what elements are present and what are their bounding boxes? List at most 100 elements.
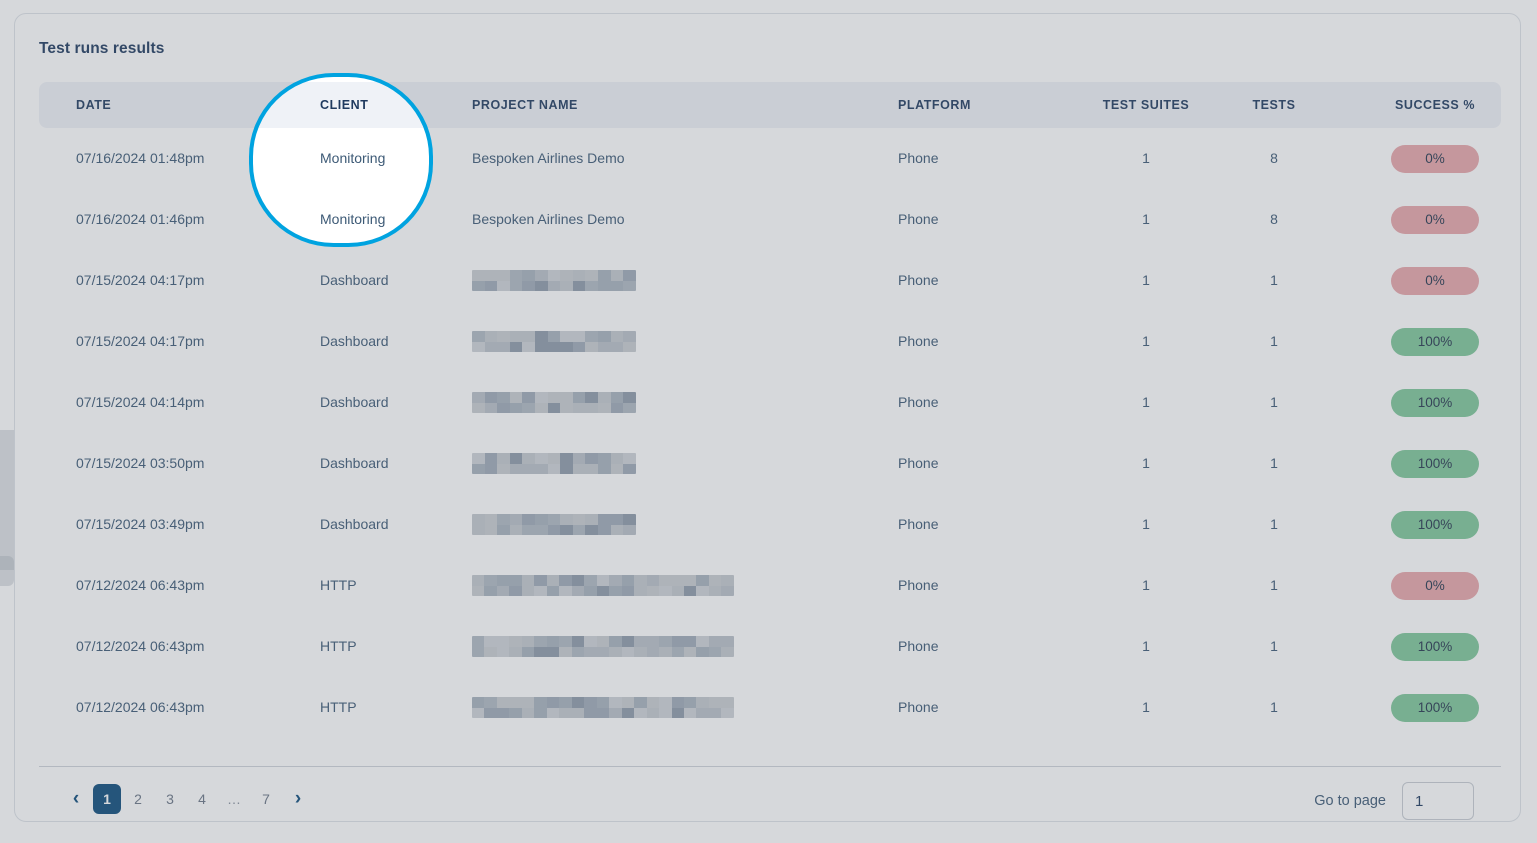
column-header-date[interactable]: DATE <box>76 82 111 128</box>
success-badge-wrap: 0% <box>1391 145 1479 173</box>
footer-divider <box>39 766 1501 767</box>
table-row[interactable]: 07/12/2024 06:43pm HTTP Phone 1 1 100% <box>39 677 1501 738</box>
success-badge-wrap: 0% <box>1391 206 1479 234</box>
page-title: Test runs results <box>39 40 165 57</box>
cell-suites: 1 <box>1142 638 1150 654</box>
cell-platform: Phone <box>898 516 939 532</box>
cell-platform: Phone <box>898 333 939 349</box>
table-row[interactable]: 07/15/2024 03:50pm Dashboard Phone 1 1 100% <box>39 433 1501 494</box>
table-body: 07/16/2024 01:48pm Monitoring Bespoken Air… <box>39 128 1501 738</box>
cell-date: 07/12/2024 06:43pm <box>76 577 205 593</box>
pagination-ellipsis: … <box>227 791 241 807</box>
pagination-page-2[interactable]: 2 <box>123 784 153 814</box>
column-header-platform[interactable]: PLATFORM <box>898 82 971 128</box>
success-badge-wrap: 100% <box>1391 450 1479 478</box>
goto-page-group: Go to page <box>1314 782 1474 820</box>
column-header-tests[interactable]: TESTS <box>1229 82 1319 128</box>
cell-client: Dashboard <box>320 516 389 532</box>
cell-success: 0% <box>1370 250 1500 311</box>
cell-suites: 1 <box>1142 577 1150 593</box>
column-header-project[interactable]: PROJECT NAME <box>472 82 578 128</box>
cell-success: 100% <box>1370 494 1500 555</box>
cell-client: HTTP <box>320 638 357 654</box>
cell-suites: 1 <box>1142 211 1150 227</box>
cell-date: 07/15/2024 04:14pm <box>76 394 205 410</box>
redacted-project-name <box>472 636 734 657</box>
cell-date: 07/16/2024 01:46pm <box>76 211 205 227</box>
table-row[interactable]: 07/15/2024 03:49pm Dashboard Phone 1 1 100% <box>39 494 1501 555</box>
column-header-success[interactable]: SUCCESS % <box>1370 82 1500 128</box>
cell-tests: 1 <box>1270 577 1278 593</box>
goto-page-input[interactable] <box>1402 782 1474 820</box>
background-shape <box>0 556 14 586</box>
test-runs-table: DATE CLIENT PROJECT NAME PLATFORM TEST SUITE… <box>39 82 1501 738</box>
column-header-client[interactable]: CLIENT <box>320 82 368 128</box>
status-badge: 100% <box>1391 511 1479 539</box>
table-row[interactable]: 07/16/2024 01:48pm Monitoring Bespoken Air… <box>39 128 1501 189</box>
goto-page-label: Go to page <box>1314 793 1386 809</box>
cell-platform: Phone <box>898 211 939 227</box>
table-row[interactable]: 07/15/2024 04:17pm Dashboard Phone 1 1 100% <box>39 311 1501 372</box>
status-badge: 100% <box>1391 389 1479 417</box>
cell-suites: 1 <box>1142 272 1150 288</box>
cell-platform: Phone <box>898 699 939 715</box>
table-header-row: DATE CLIENT PROJECT NAME PLATFORM TEST SUITE… <box>39 82 1501 128</box>
cell-client: Dashboard <box>320 455 389 471</box>
cell-tests: 1 <box>1270 394 1278 410</box>
test-runs-card: Test runs results DATE CLIENT PROJECT NAME… <box>14 13 1521 822</box>
cell-date: 07/12/2024 06:43pm <box>76 699 205 715</box>
cell-tests: 1 <box>1270 272 1278 288</box>
cell-suites: 1 <box>1142 455 1150 471</box>
status-badge: 100% <box>1391 450 1479 478</box>
cell-client: Monitoring <box>320 211 386 227</box>
redacted-project-name <box>472 270 636 291</box>
cell-suites: 1 <box>1142 150 1150 166</box>
cell-suites: 1 <box>1142 394 1150 410</box>
cell-project: Bespoken Airlines Demo <box>472 211 625 227</box>
cell-suites: 1 <box>1142 333 1150 349</box>
cell-platform: Phone <box>898 394 939 410</box>
success-badge-wrap: 100% <box>1391 389 1479 417</box>
table-row[interactable]: 07/15/2024 04:17pm Dashboard Phone 1 1 0% <box>39 250 1501 311</box>
cell-tests: 1 <box>1270 638 1278 654</box>
cell-client: HTTP <box>320 699 357 715</box>
pagination-prev-icon[interactable]: ‹ <box>61 784 91 814</box>
cell-tests: 1 <box>1270 516 1278 532</box>
cell-date: 07/15/2024 03:50pm <box>76 455 205 471</box>
pagination-page-3[interactable]: 3 <box>155 784 185 814</box>
cell-tests: 1 <box>1270 699 1278 715</box>
cell-suites: 1 <box>1142 699 1150 715</box>
cell-date: 07/15/2024 04:17pm <box>76 272 205 288</box>
table-row[interactable]: 07/15/2024 04:14pm Dashboard Phone 1 1 100% <box>39 372 1501 433</box>
cell-platform: Phone <box>898 577 939 593</box>
cell-date: 07/16/2024 01:48pm <box>76 150 205 166</box>
cell-date: 07/15/2024 03:49pm <box>76 516 205 532</box>
redacted-project-name <box>472 514 636 535</box>
redacted-project-name <box>472 331 636 352</box>
redacted-project-name <box>472 575 734 596</box>
pagination-page-4[interactable]: 4 <box>187 784 217 814</box>
cell-success: 0% <box>1370 128 1500 189</box>
cell-client: Dashboard <box>320 333 389 349</box>
success-badge-wrap: 100% <box>1391 694 1479 722</box>
cell-platform: Phone <box>898 638 939 654</box>
cell-success: 100% <box>1370 616 1500 677</box>
pagination-page-7[interactable]: 7 <box>251 784 281 814</box>
status-badge: 0% <box>1391 145 1479 173</box>
table-row[interactable]: 07/16/2024 01:46pm Monitoring Bespoken Air… <box>39 189 1501 250</box>
status-badge: 100% <box>1391 633 1479 661</box>
success-badge-wrap: 100% <box>1391 511 1479 539</box>
cell-success: 100% <box>1370 677 1500 738</box>
redacted-project-name <box>472 697 734 718</box>
table-row[interactable]: 07/12/2024 06:43pm HTTP Phone 1 1 100% <box>39 616 1501 677</box>
status-badge: 100% <box>1391 694 1479 722</box>
column-header-suites[interactable]: TEST SUITES <box>1098 82 1194 128</box>
cell-tests: 1 <box>1270 455 1278 471</box>
cell-client: Dashboard <box>320 272 389 288</box>
pagination-next-icon[interactable]: › <box>283 784 313 814</box>
table-row[interactable]: 07/12/2024 06:43pm HTTP Phone 1 1 0% <box>39 555 1501 616</box>
status-badge: 0% <box>1391 267 1479 295</box>
success-badge-wrap: 0% <box>1391 572 1479 600</box>
cell-success: 100% <box>1370 311 1500 372</box>
pagination-page-1[interactable]: 1 <box>93 784 121 814</box>
